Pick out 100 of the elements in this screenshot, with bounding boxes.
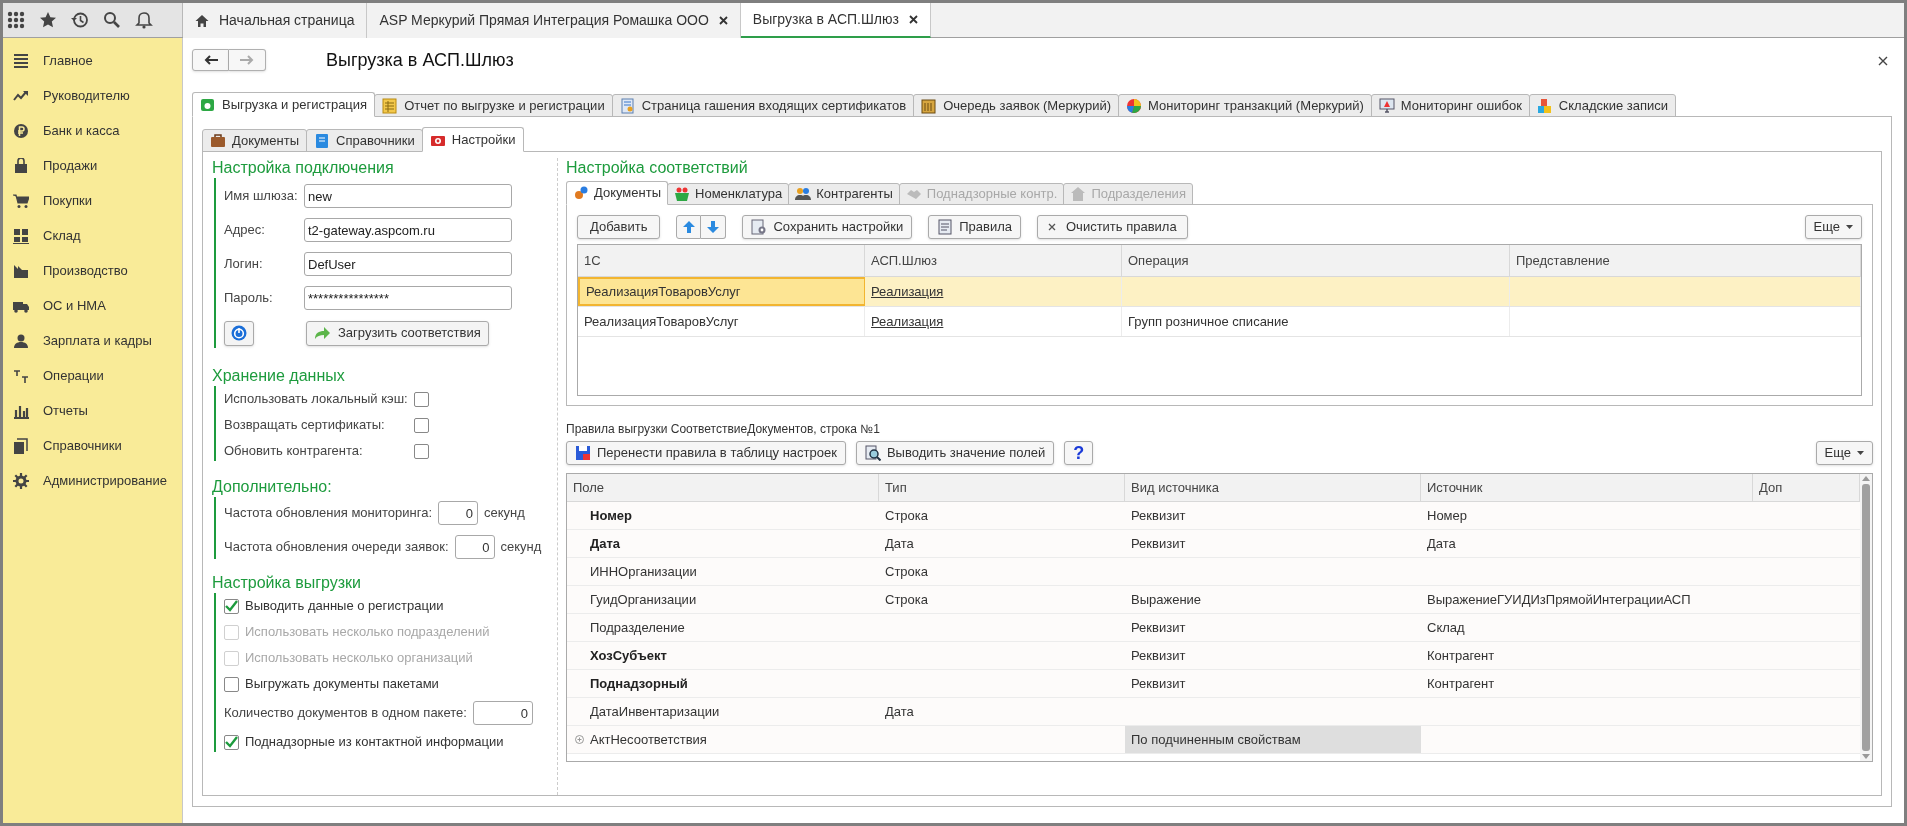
number-field[interactable]: 0	[438, 501, 478, 525]
save-settings-button[interactable]: Сохранить настройки	[742, 215, 913, 239]
sidebar-item[interactable]: Отчеты	[3, 393, 182, 428]
show-values-button[interactable]: Выводить значение полей	[855, 441, 1055, 465]
power-icon	[231, 325, 247, 341]
table-cell-text: ИННОрганизации	[590, 562, 697, 581]
tab[interactable]: Документы	[566, 181, 668, 205]
window-tab[interactable]: ASP Меркурий Прямая Интеграция Ромашка ООО	[367, 3, 741, 38]
move-down-button[interactable]	[701, 215, 727, 239]
input-field[interactable]: DefUser	[304, 252, 512, 276]
link[interactable]: Реализация	[871, 281, 944, 302]
caret-icon	[1857, 451, 1864, 455]
tab[interactable]: Настройки	[421, 127, 524, 152]
unit-label: секунд	[484, 504, 525, 523]
power-button[interactable]	[224, 320, 254, 346]
move-rules-button[interactable]: Перенести правила в таблицу настроек	[566, 441, 846, 465]
back-button[interactable]	[192, 49, 229, 71]
search-icon[interactable]	[103, 11, 121, 29]
tab[interactable]: Справочники	[306, 129, 423, 152]
column-header[interactable]: Поле	[567, 474, 879, 501]
column-header[interactable]: Вид источника	[1125, 474, 1421, 501]
tab[interactable]: Страница гашения входящих сертификатов	[611, 94, 915, 117]
column-header[interactable]: Источник	[1421, 474, 1753, 501]
sidebar-item[interactable]: Склад	[3, 218, 182, 253]
expand-icon[interactable]	[575, 735, 584, 744]
number-field[interactable]: 0	[454, 535, 495, 559]
checkbox[interactable]	[414, 443, 429, 459]
move-up-button[interactable]	[676, 215, 702, 239]
option-label: Поднадзорные из контактной информации	[245, 733, 504, 752]
tab[interactable]: Отчет по выгрузке и регистрации	[374, 94, 613, 117]
column-header[interactable]: АСП.Шлюз	[865, 245, 1122, 276]
tab[interactable]: Очередь заявок (Меркурий)	[913, 94, 1120, 117]
sidebar-item[interactable]: ОС и НМА	[3, 288, 182, 323]
basket-icon	[674, 186, 690, 202]
checkbox[interactable]	[414, 417, 429, 433]
add-button[interactable]: Добавить	[577, 215, 661, 239]
column-header[interactable]: Представление	[1510, 245, 1861, 276]
close-icon[interactable]	[1878, 56, 1888, 66]
tab[interactable]: Складские записи	[1528, 94, 1677, 117]
scrollbar[interactable]	[1860, 474, 1872, 761]
shaded-cell: По подчиненным свойствам	[1125, 726, 1421, 753]
checkbox[interactable]	[414, 391, 429, 407]
close-icon[interactable]	[718, 16, 728, 25]
sidebar-item[interactable]: Главное	[3, 43, 182, 78]
sidebar-item[interactable]: Операции	[3, 358, 182, 393]
more-button[interactable]: Еще	[1815, 441, 1873, 465]
checkbox[interactable]	[224, 598, 239, 614]
tab[interactable]: Мониторинг транзакций (Меркурий)	[1118, 94, 1372, 117]
load-button[interactable]: Загрузить соответствия	[306, 320, 489, 346]
link[interactable]: Реализация	[871, 311, 944, 332]
table-row[interactable]: РеализацияТоваровУслуг Реализация	[578, 277, 1861, 307]
table-row[interactable]: РеализацияТоваровУслуг Реализация Групп розничное списание	[578, 307, 1861, 337]
sidebar-item[interactable]: Администрирование	[3, 463, 182, 498]
history-icon[interactable]	[71, 11, 89, 29]
column-header[interactable]: 1С	[578, 245, 865, 276]
tab[interactable]: Контрагенты	[788, 183, 900, 205]
cart-icon	[13, 192, 29, 209]
document-icon	[937, 219, 954, 235]
column-header[interactable]: Тип	[879, 474, 1125, 501]
rules-button[interactable]: Правила	[928, 215, 1021, 239]
clear-rules-button[interactable]: Очистить правила	[1037, 215, 1188, 239]
checkbox[interactable]	[224, 676, 239, 692]
sidebar-item[interactable]: Справочники	[3, 428, 182, 463]
window-tab[interactable]: Начальная страница	[183, 3, 368, 38]
current-cell[interactable]: Реализация	[865, 277, 1122, 306]
more-button[interactable]: Еще	[1804, 215, 1862, 239]
certificate-icon	[619, 97, 636, 114]
table-cell: РеализацияТоваровУслуг	[578, 307, 865, 336]
number-field[interactable]: 0	[472, 701, 533, 725]
bell-icon[interactable]	[135, 11, 153, 29]
sidebar-item[interactable]: Производство	[3, 253, 182, 288]
sidebar-item[interactable]: Банк и касса	[3, 113, 182, 148]
help-button[interactable]: ?	[1064, 441, 1094, 465]
sidebar-item[interactable]: Продажи	[3, 148, 182, 183]
field-label: Пароль:	[224, 289, 274, 308]
table-cell-text: Склад	[1427, 618, 1465, 637]
tab[interactable]: Выгрузка и регистрация	[192, 92, 376, 117]
tab[interactable]: Документы	[202, 129, 307, 152]
arrow-up-icon	[682, 221, 695, 233]
sidebar-item[interactable]: Покупки	[3, 183, 182, 218]
sidebar-item[interactable]: Руководителю	[3, 78, 182, 113]
tab[interactable]: Номенклатура	[667, 183, 790, 205]
option-label: Выгружать документы пакетами	[245, 675, 439, 694]
tab[interactable]: Мониторинг ошибок	[1370, 94, 1530, 117]
input-field[interactable]: new	[304, 184, 512, 208]
apps-grid-icon[interactable]	[7, 11, 25, 29]
window-tab[interactable]: Выгрузка в АСП.Шлюз	[740, 3, 931, 38]
tab-label: ASP Меркурий Прямая Интеграция Ромашка ООО	[379, 11, 709, 30]
star-icon[interactable]	[39, 11, 57, 29]
column-header[interactable]: Операция	[1122, 245, 1510, 276]
sidebar-item[interactable]: Зарплата и кадры	[3, 323, 182, 358]
input-field[interactable]: t2-gateway.aspcom.ru	[304, 218, 512, 242]
table-cell-text: ДатаИнвентаризации	[590, 702, 720, 721]
close-icon[interactable]	[908, 15, 918, 24]
table-cell: Групп розничное списание	[1122, 307, 1510, 336]
input-field[interactable]: ****************	[304, 286, 512, 310]
table-document-icon	[382, 97, 399, 114]
checkbox[interactable]	[224, 734, 239, 750]
section-heading: Настройка подключения	[212, 158, 395, 178]
tab-label: Начальная страница	[219, 11, 355, 30]
